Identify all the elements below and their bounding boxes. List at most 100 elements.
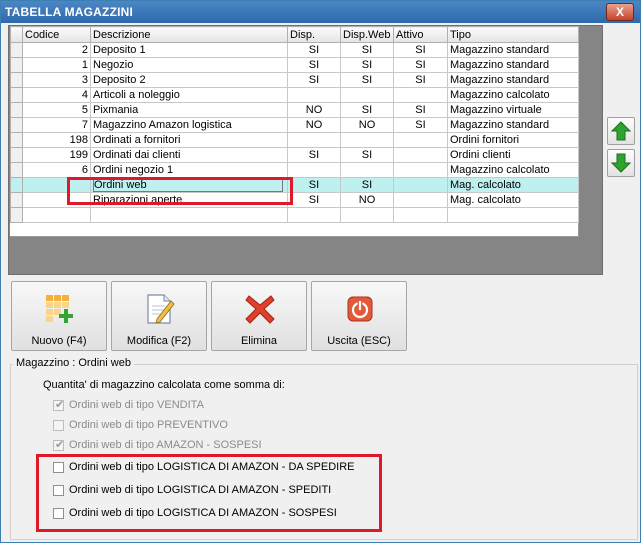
- cell-codice[interactable]: 6: [22, 162, 91, 178]
- cell-disp[interactable]: NO: [287, 102, 341, 118]
- header-tipo[interactable]: Tipo: [447, 26, 579, 43]
- row-indicator[interactable]: [10, 87, 23, 103]
- warehouse-table[interactable]: Codice Descrizione Disp. Disp.Web Attivo…: [10, 26, 579, 237]
- cell-disp[interactable]: [287, 162, 341, 178]
- cell-codice[interactable]: 4: [22, 87, 91, 103]
- new-button[interactable]: Nuovo (F4): [11, 281, 107, 351]
- cell-tipo[interactable]: Mag. calcolato: [447, 177, 579, 193]
- move-up-button[interactable]: [607, 117, 635, 145]
- cell-codice[interactable]: 5: [22, 102, 91, 118]
- table-row[interactable]: 199 Ordinati dai clienti SI SI Ordini client…: [10, 147, 579, 163]
- cell-attivo[interactable]: [393, 87, 448, 103]
- cell-attivo[interactable]: SI: [393, 72, 448, 88]
- cell-attivo[interactable]: SI: [393, 117, 448, 133]
- cell-tipo[interactable]: Magazzino standard: [447, 117, 579, 133]
- cell-disp[interactable]: NO: [287, 117, 341, 133]
- row-indicator[interactable]: [10, 72, 23, 88]
- cell-disp[interactable]: SI: [287, 42, 341, 58]
- cell-disp[interactable]: [287, 87, 341, 103]
- row-indicator[interactable]: [10, 207, 23, 223]
- cell-disp[interactable]: [287, 132, 341, 148]
- cell-disp[interactable]: SI: [287, 177, 341, 193]
- exit-button[interactable]: Uscita (ESC): [311, 281, 407, 351]
- cell-attivo[interactable]: [393, 177, 448, 193]
- row-indicator[interactable]: [10, 42, 23, 58]
- cell-tipo[interactable]: Magazzino calcolato: [447, 87, 579, 103]
- cell-dispweb[interactable]: [340, 132, 394, 148]
- close-button[interactable]: X: [606, 3, 634, 21]
- header-descrizione[interactable]: Descrizione: [90, 26, 288, 43]
- cell-attivo[interactable]: [393, 162, 448, 178]
- row-indicator[interactable]: [10, 117, 23, 133]
- cell-descrizione[interactable]: Ordinati dai clienti: [90, 147, 288, 163]
- table-row[interactable]: 2 Deposito 1 SI SI SI Magazzino standard: [10, 42, 579, 58]
- move-down-button[interactable]: [607, 149, 635, 177]
- cell-dispweb[interactable]: SI: [340, 72, 394, 88]
- table-row[interactable]: 5 Pixmania NO SI SI Magazzino virtuale: [10, 102, 579, 118]
- row-indicator[interactable]: [10, 57, 23, 73]
- cell-descrizione[interactable]: Ordinati a fornitori: [90, 132, 288, 148]
- table-row[interactable]: 198 Ordinati a fornitori Ordini fornitori: [10, 132, 579, 148]
- row-indicator[interactable]: [10, 102, 23, 118]
- cell-descrizione[interactable]: [90, 207, 288, 223]
- cell-descrizione[interactable]: Magazzino Amazon logistica: [90, 117, 288, 133]
- cell-tipo[interactable]: Magazzino standard: [447, 72, 579, 88]
- header-disp[interactable]: Disp.: [287, 26, 341, 43]
- cell-dispweb[interactable]: [340, 87, 394, 103]
- table-row[interactable]: 7 Magazzino Amazon logistica NO NO SI Magazzi…: [10, 117, 579, 133]
- cell-codice[interactable]: [22, 207, 91, 223]
- cell-attivo[interactable]: SI: [393, 42, 448, 58]
- cell-attivo[interactable]: [393, 192, 448, 208]
- table-row[interactable]: [10, 207, 579, 223]
- cell-codice[interactable]: 198: [22, 132, 91, 148]
- cell-attivo[interactable]: [393, 132, 448, 148]
- header-dispweb[interactable]: Disp.Web: [340, 26, 394, 43]
- cell-attivo[interactable]: SI: [393, 102, 448, 118]
- row-indicator[interactable]: [10, 132, 23, 148]
- cell-dispweb[interactable]: [340, 207, 394, 223]
- row-indicator[interactable]: [10, 162, 23, 178]
- cell-attivo[interactable]: SI: [393, 57, 448, 73]
- header-codice[interactable]: Codice: [22, 26, 91, 43]
- cell-descrizione[interactable]: Deposito 1: [90, 42, 288, 58]
- cell-dispweb[interactable]: NO: [340, 192, 394, 208]
- cell-descrizione[interactable]: Deposito 2: [90, 72, 288, 88]
- table-row[interactable]: 4 Articoli a noleggio Magazzino calcolato: [10, 87, 579, 103]
- row-indicator[interactable]: [10, 177, 23, 193]
- cell-disp[interactable]: SI: [287, 147, 341, 163]
- cell-tipo[interactable]: Ordini clienti: [447, 147, 579, 163]
- table-row[interactable]: 3 Deposito 2 SI SI SI Magazzino standard: [10, 72, 579, 88]
- edit-button[interactable]: Modifica (F2): [111, 281, 207, 351]
- row-indicator[interactable]: [10, 192, 23, 208]
- title-bar[interactable]: TABELLA MAGAZZINI X: [1, 1, 640, 23]
- cell-codice[interactable]: 7: [22, 117, 91, 133]
- cell-dispweb[interactable]: NO: [340, 117, 394, 133]
- cell-attivo[interactable]: [393, 147, 448, 163]
- cell-codice[interactable]: 2: [22, 42, 91, 58]
- cell-codice[interactable]: 1: [22, 57, 91, 73]
- cell-codice[interactable]: 199: [22, 147, 91, 163]
- cell-tipo[interactable]: [447, 207, 579, 223]
- cell-tipo[interactable]: Magazzino calcolato: [447, 162, 579, 178]
- cell-tipo[interactable]: Magazzino virtuale: [447, 102, 579, 118]
- cell-tipo[interactable]: Ordini fornitori: [447, 132, 579, 148]
- cell-dispweb[interactable]: SI: [340, 102, 394, 118]
- delete-button[interactable]: Elimina: [211, 281, 307, 351]
- cell-descrizione[interactable]: Articoli a noleggio: [90, 87, 288, 103]
- row-indicator[interactable]: [10, 147, 23, 163]
- cell-disp[interactable]: SI: [287, 57, 341, 73]
- cell-tipo[interactable]: Magazzino standard: [447, 42, 579, 58]
- cell-descrizione[interactable]: Pixmania: [90, 102, 288, 118]
- cell-dispweb[interactable]: [340, 162, 394, 178]
- cell-disp[interactable]: [287, 207, 341, 223]
- cell-dispweb[interactable]: SI: [340, 177, 394, 193]
- table-row[interactable]: 1 Negozio SI SI SI Magazzino standard: [10, 57, 579, 73]
- cell-dispweb[interactable]: SI: [340, 147, 394, 163]
- cell-disp[interactable]: SI: [287, 72, 341, 88]
- cell-attivo[interactable]: [393, 207, 448, 223]
- table-row[interactable]: 6 Ordini negozio 1 Magazzino calcolato: [10, 162, 579, 178]
- header-attivo[interactable]: Attivo: [393, 26, 448, 43]
- cell-tipo[interactable]: Mag. calcolato: [447, 192, 579, 208]
- cell-tipo[interactable]: Magazzino standard: [447, 57, 579, 73]
- cell-dispweb[interactable]: SI: [340, 57, 394, 73]
